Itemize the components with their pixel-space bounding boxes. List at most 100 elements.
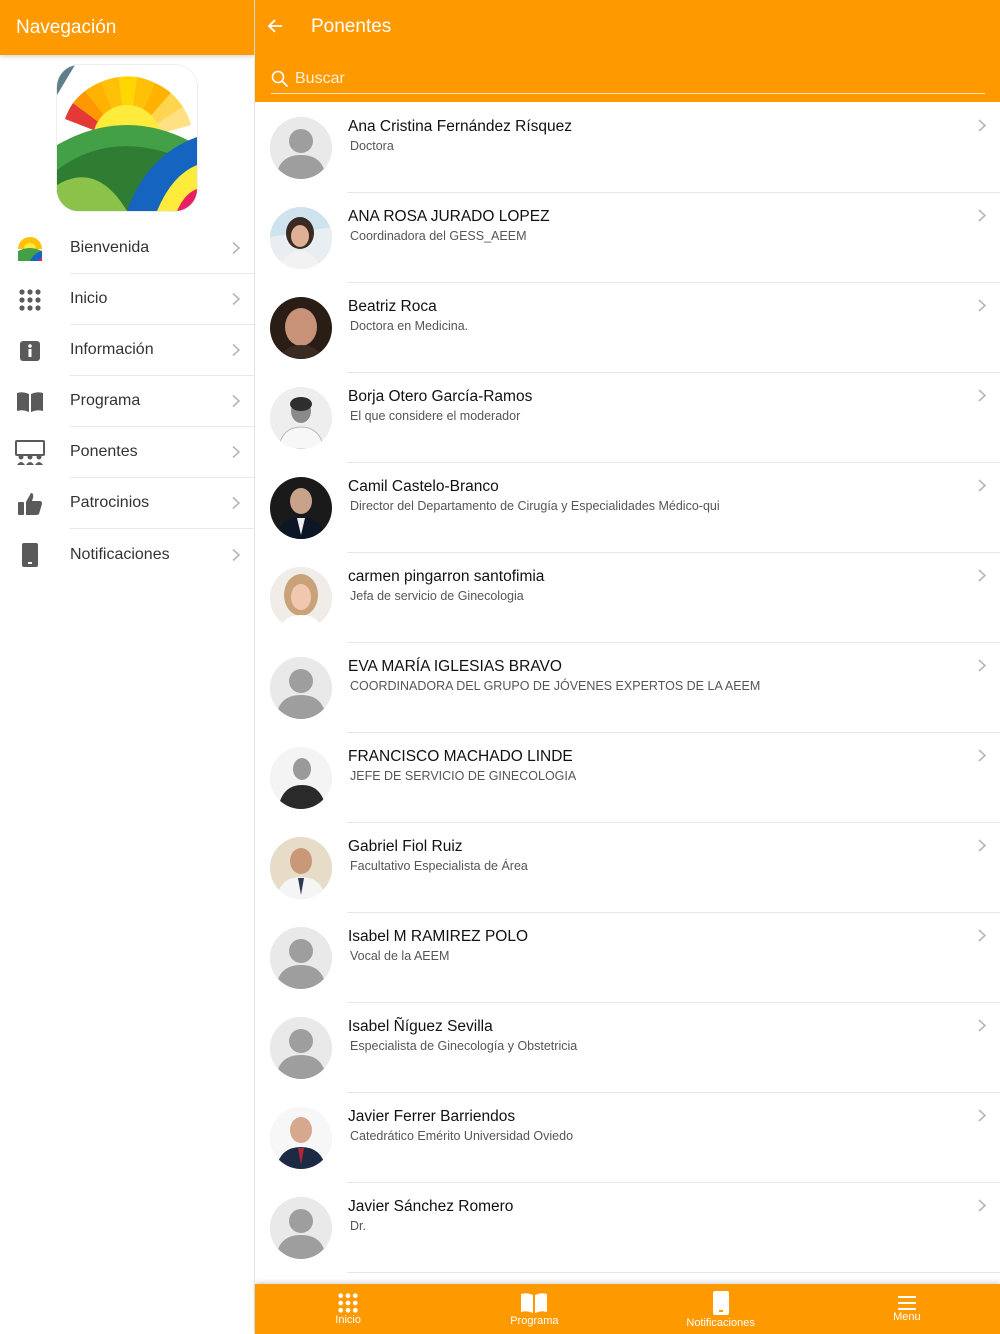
bottom-tab-bar: Inicio Programa Notificaciones Menu [255, 1284, 1000, 1334]
tab-menu[interactable]: Menu [814, 1284, 1000, 1334]
chevron-right-icon [978, 479, 986, 492]
chevron-right-icon [232, 343, 240, 357]
speaker-role: COORDINADORA DEL GRUPO DE JÓVENES EXPERT… [350, 679, 761, 693]
speaker-name: Javier Ferrer Barriendos [348, 1108, 516, 1125]
speakers-icon [15, 438, 45, 468]
avatar-photo [270, 747, 332, 809]
avatar-photo [270, 1107, 332, 1169]
arrow-left-icon[interactable] [267, 18, 283, 34]
speakers-panel: Ponentes Ana Cristina Fernández Rísquez … [255, 0, 1000, 1334]
speaker-row[interactable]: Isabel Ñíguez Sevilla Especialista de Gi… [255, 1003, 1000, 1093]
phone-icon [712, 1290, 729, 1315]
tab-label: Menu [893, 1310, 921, 1323]
chevron-right-icon [978, 839, 986, 852]
chevron-right-icon [978, 389, 986, 402]
chevron-right-icon [232, 292, 240, 306]
chevron-right-icon [978, 119, 986, 132]
speaker-row[interactable]: Javier Sánchez Romero Dr. [255, 1183, 1000, 1273]
speaker-name: Javier Sánchez Romero [348, 1198, 514, 1215]
speaker-row[interactable]: Javier Ferrer Barriendos Catedrático Emé… [255, 1093, 1000, 1183]
sidebar-item-bienvenida[interactable]: Bienvenida [0, 223, 254, 274]
hamburger-icon [897, 1295, 916, 1310]
chevron-right-icon [978, 1019, 986, 1032]
sidebar-item-label: Ponentes [70, 443, 138, 460]
sidebar-item-ponentes[interactable]: Ponentes [0, 427, 254, 478]
app-logo-icon [15, 234, 45, 264]
chevron-right-icon [232, 445, 240, 459]
sidebar-item-label: Programa [70, 392, 141, 409]
avatar-placeholder [270, 927, 332, 989]
avatar-photo [270, 477, 332, 539]
chevron-right-icon [978, 749, 986, 762]
speaker-name: Gabriel Fiol Ruiz [348, 838, 463, 855]
phone-icon [15, 540, 45, 570]
speaker-row[interactable]: Camil Castelo-Branco Director del Depart… [255, 463, 1000, 553]
page-title: Ponentes [311, 16, 392, 37]
tab-label: Inicio [335, 1313, 361, 1326]
speaker-row[interactable]: Ana Cristina Fernández Rísquez Doctora [255, 103, 1000, 193]
speaker-role: JEFE DE SERVICIO DE GINECOLOGIA [350, 769, 577, 783]
avatar-placeholder [270, 657, 332, 719]
speaker-row[interactable]: carmen pingarron santofimia Jefa de serv… [255, 553, 1000, 643]
speaker-role: Coordinadora del GESS_AEEM [350, 229, 527, 243]
speaker-name: carmen pingarron santofimia [348, 568, 545, 585]
speaker-role: Doctora [350, 139, 394, 153]
tab-inicio[interactable]: Inicio [255, 1284, 441, 1334]
avatar-photo [270, 297, 332, 359]
chevron-right-icon [978, 569, 986, 582]
chevron-right-icon [978, 929, 986, 942]
speaker-role: Vocal de la AEEM [350, 949, 450, 963]
avatar-photo [270, 387, 332, 449]
search-input[interactable] [293, 68, 897, 89]
sidebar-item-notificaciones[interactable]: Notificaciones [0, 529, 254, 580]
speaker-role: Director del Departamento de Cirugía y E… [350, 499, 720, 513]
sidebar-item-label: Patrocinios [70, 494, 150, 511]
speaker-name: Beatriz Roca [348, 298, 437, 315]
avatar-photo [270, 837, 332, 899]
chevron-right-icon [232, 548, 240, 561]
speaker-row[interactable]: ANA ROSA JURADO LOPEZ Coordinadora del G… [255, 193, 1000, 283]
chevron-right-icon [232, 394, 240, 408]
app-logo [57, 65, 197, 211]
search-bar [271, 64, 985, 94]
sidebar-item-informacion[interactable]: Información [0, 325, 254, 376]
tab-programa[interactable]: Programa [441, 1284, 627, 1334]
sidebar-item-label: Bienvenida [70, 239, 150, 256]
speaker-role: El que considere el moderador [350, 409, 521, 423]
chevron-right-icon [978, 209, 986, 222]
speaker-role: Dr. [350, 1219, 366, 1233]
sidebar-item-patrocinios[interactable]: Patrocinios [0, 478, 254, 529]
sidebar-item-label: Inicio [70, 290, 108, 307]
speaker-role: Catedrático Emérito Universidad Oviedo [350, 1129, 574, 1143]
sidebar-item-inicio[interactable]: Inicio [0, 274, 254, 325]
speaker-row[interactable]: Beatriz Roca Doctora en Medicina. [255, 283, 1000, 373]
grid-dots-icon [338, 1292, 358, 1313]
speaker-role: Jefa de servicio de Ginecologia [350, 589, 524, 603]
search-icon [271, 70, 289, 87]
tab-notificaciones[interactable]: Notificaciones [628, 1284, 814, 1334]
avatar-placeholder [270, 117, 332, 179]
chevron-right-icon [232, 496, 240, 510]
app-header: Ponentes [255, 0, 1000, 102]
speaker-role: Facultativo Especialista de Área [350, 859, 528, 873]
avatar-photo [270, 207, 332, 269]
speaker-row[interactable]: Isabel M RAMIREZ POLO Vocal de la AEEM [255, 913, 1000, 1003]
tab-label: Programa [510, 1314, 559, 1327]
speaker-row[interactable]: EVA MARÍA IGLESIAS BRAVO COORDINADORA DE… [255, 643, 1000, 733]
sidebar-title: Navegación [16, 16, 117, 38]
chevron-right-icon [232, 241, 240, 255]
sidebar-menu: Bienvenida Inicio Información Programa P… [0, 223, 254, 580]
speaker-name: EVA MARÍA IGLESIAS BRAVO [348, 658, 562, 675]
speaker-name: ANA ROSA JURADO LOPEZ [348, 208, 550, 225]
book-icon [15, 387, 45, 417]
speaker-row[interactable]: FRANCISCO MACHADO LINDE JEFE DE SERVICIO… [255, 733, 1000, 823]
chevron-right-icon [978, 659, 986, 672]
speaker-row[interactable]: Gabriel Fiol Ruiz Facultativo Especialis… [255, 823, 1000, 913]
sidebar-item-programa[interactable]: Programa [0, 376, 254, 427]
speaker-role: Especialista de Ginecología y Obstetrici… [350, 1039, 578, 1053]
book-icon [521, 1292, 548, 1313]
grid-dots-icon [15, 285, 45, 315]
speaker-row[interactable]: Borja Otero García-Ramos El que consider… [255, 373, 1000, 463]
navigation-sidebar: Navegación Bienvenida Inicio Información… [0, 0, 255, 1334]
chevron-right-icon [978, 299, 986, 312]
